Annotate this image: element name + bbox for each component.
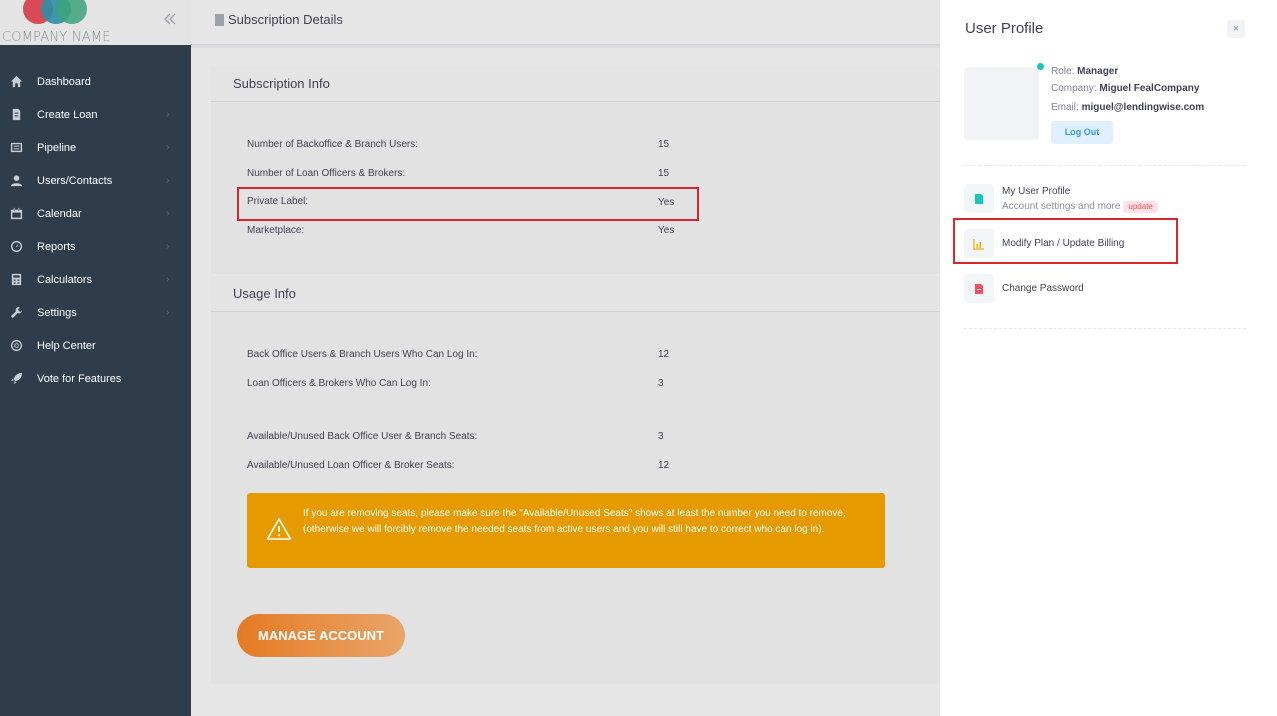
- page-title-text: Subscription Details: [228, 12, 343, 27]
- manage-account-button[interactable]: MANAGE ACCOUNT: [237, 614, 405, 657]
- chevron-right-icon: ›: [166, 208, 170, 219]
- user-role: Role: Manager: [1051, 66, 1119, 77]
- profile-card-icon: [964, 184, 994, 213]
- sidebar-item-label: Vote for Features: [37, 372, 122, 385]
- logout-button[interactable]: Log Out: [1051, 121, 1113, 144]
- avatar: [964, 67, 1039, 140]
- sidebar-item-help-center[interactable]: Help Center: [0, 329, 191, 362]
- info-label: Available/Unused Back Office User & Bran…: [247, 431, 478, 442]
- online-status-dot: [1037, 63, 1044, 70]
- document-icon: [10, 108, 23, 121]
- divider: [964, 328, 1246, 329]
- panel-title: User Profile: [965, 20, 1044, 37]
- info-value: 3: [658, 378, 664, 389]
- sidebar-item-calendar[interactable]: Calendar ›: [0, 197, 191, 230]
- sidebar-item-users-contacts[interactable]: Users/Contacts ›: [0, 164, 191, 197]
- wrench-icon: [10, 306, 23, 319]
- close-icon[interactable]: ×: [1227, 20, 1245, 38]
- home-icon: [10, 75, 23, 88]
- user-profile-panel: User Profile × Role: Manager Company: Mi…: [940, 0, 1277, 716]
- sidebar-item-reports[interactable]: Reports ›: [0, 230, 191, 263]
- sidebar-item-vote-for-features[interactable]: Vote for Features: [0, 362, 191, 395]
- info-value: 12: [658, 349, 670, 360]
- collapse-sidebar-icon[interactable]: [163, 11, 179, 29]
- info-label: Number of Backoffice & Branch Users:: [247, 139, 418, 150]
- sidebar-item-calculators[interactable]: Calculators ›: [0, 263, 191, 296]
- menu-item-sub: Account settings and more update: [1002, 201, 1158, 213]
- sidebar-item-label: Pipeline: [37, 141, 77, 154]
- user-icon: [10, 174, 23, 187]
- info-label: Loan Officers & Brokers Who Can Log In:: [247, 378, 431, 389]
- chevron-right-icon: ›: [166, 175, 170, 186]
- chevron-right-icon: ›: [166, 307, 170, 318]
- sidebar-nav: Dashboard Create Loan › Pipeline › Users…: [0, 65, 191, 395]
- chevron-right-icon: ›: [166, 241, 170, 252]
- info-value: 15: [658, 139, 670, 150]
- info-label: Available/Unused Loan Officer & Broker S…: [247, 460, 455, 471]
- update-badge: update: [1123, 201, 1158, 213]
- list-icon: [10, 141, 23, 154]
- info-value: 3: [658, 431, 664, 442]
- chevron-right-icon: ›: [166, 109, 170, 120]
- sidebar-item-label: Reports: [37, 240, 76, 253]
- private-label-highlight: [237, 187, 699, 221]
- subscription-info-card: Subscription Info Number of Backoffice &…: [211, 66, 940, 274]
- user-email: Email: miguel@lendingwise.com: [1051, 102, 1205, 113]
- company-logo[interactable]: [23, 0, 93, 26]
- alert-text: If you are removing seats, please make s…: [303, 508, 846, 535]
- sidebar-item-label: Dashboard: [37, 75, 91, 88]
- lifebuoy-icon: [10, 339, 23, 352]
- warning-triangle-icon: [266, 517, 292, 541]
- chevron-right-icon: ›: [166, 274, 170, 285]
- page-header: Subscription Details: [191, 0, 940, 45]
- seats-warning-alert: If you are removing seats, please make s…: [247, 493, 885, 568]
- gauge-icon: [10, 240, 23, 253]
- info-label: Back Office Users & Branch Users Who Can…: [247, 349, 478, 360]
- subscription-info-title: Subscription Info: [211, 66, 940, 102]
- page-title: Subscription Details: [215, 12, 343, 27]
- sidebar-item-label: Calculators: [37, 273, 93, 286]
- file-lock-icon: [964, 274, 994, 303]
- calendar-icon: [10, 207, 23, 220]
- sidebar: COMPANY NAME Dashboard Create Loan › Pip…: [0, 0, 191, 716]
- menu-item-label: Change Password: [1002, 283, 1084, 294]
- building-icon: [215, 13, 224, 26]
- rocket-icon: [10, 372, 23, 385]
- menu-item-label: My User Profile: [1002, 186, 1071, 197]
- sidebar-item-label: Create Loan: [37, 108, 98, 121]
- sidebar-item-label: Users/Contacts: [37, 174, 113, 187]
- divider: [964, 165, 1246, 166]
- info-label: Number of Loan Officers & Brokers:: [247, 168, 406, 179]
- info-value: 15: [658, 168, 670, 179]
- calculator-icon: [10, 273, 23, 286]
- user-company: Company: Miguel FealCompany: [1051, 83, 1200, 94]
- sidebar-item-pipeline[interactable]: Pipeline ›: [0, 131, 191, 164]
- main-content: Subscription Details Subscription Info N…: [191, 0, 940, 716]
- company-name: COMPANY NAME: [2, 30, 111, 45]
- sidebar-item-dashboard[interactable]: Dashboard: [0, 65, 191, 98]
- sidebar-item-settings[interactable]: Settings ›: [0, 296, 191, 329]
- sidebar-item-label: Help Center: [37, 339, 96, 352]
- info-value: Yes: [658, 225, 675, 236]
- modify-plan-highlight: [953, 218, 1178, 264]
- sidebar-item-create-loan[interactable]: Create Loan ›: [0, 98, 191, 131]
- usage-info-title: Usage Info: [211, 276, 940, 312]
- sidebar-item-label: Calendar: [37, 207, 82, 220]
- info-value: 12: [658, 460, 670, 471]
- chevron-right-icon: ›: [166, 142, 170, 153]
- logo-area: COMPANY NAME: [0, 0, 191, 45]
- info-label: Marketplace:: [247, 225, 305, 236]
- subheader-strip: [191, 45, 940, 48]
- sidebar-item-label: Settings: [37, 306, 77, 319]
